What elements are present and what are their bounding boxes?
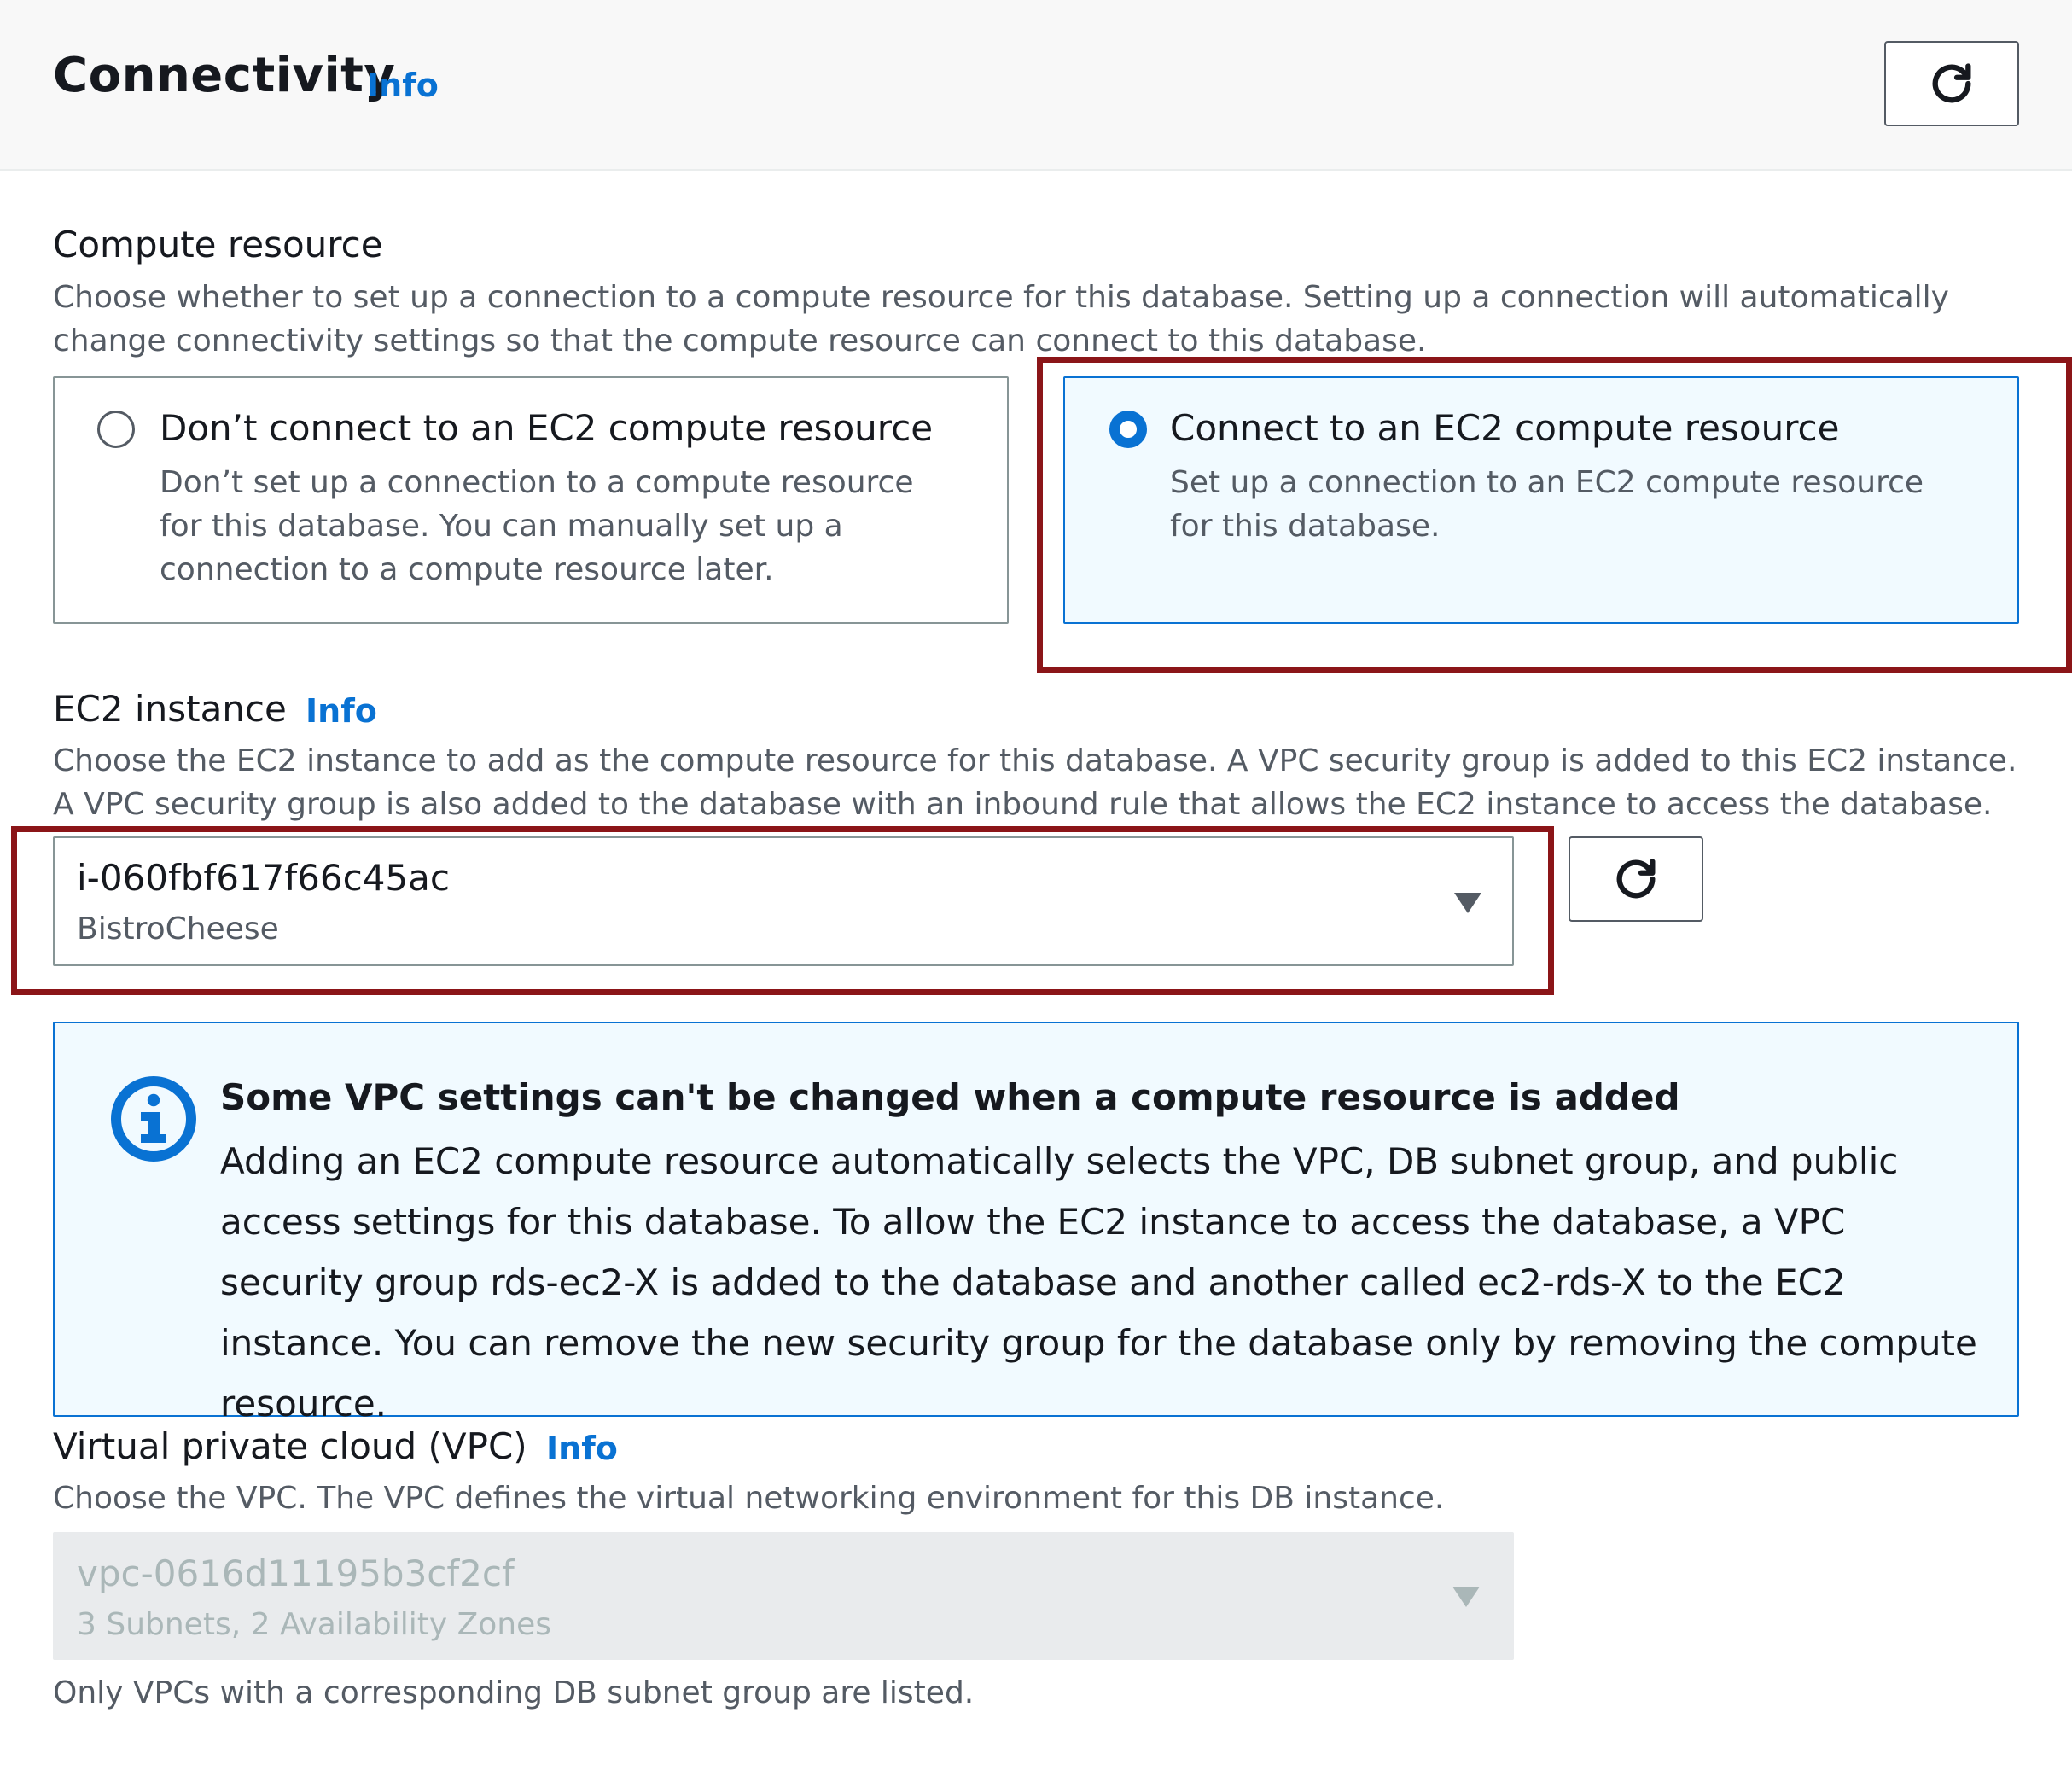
vpc-info-alert: Some VPC settings can't be changed when … bbox=[53, 1022, 2019, 1424]
dont-connect-title: Don’t connect to an EC2 compute resource bbox=[160, 407, 934, 449]
vpc-description: Choose the VPC. The VPC defines the virt… bbox=[53, 1481, 1445, 1516]
dont-connect-description: Don’t set up a connection to a compute r… bbox=[160, 465, 914, 587]
ec2-instance-description: Choose the EC2 instance to add as the co… bbox=[53, 743, 2017, 822]
vpc-value: vpc-0616d11195b3cf2cf bbox=[77, 1552, 515, 1594]
alert-title: Some VPC settings can't be changed when … bbox=[220, 1076, 1680, 1118]
section-header: Connectivity Info bbox=[0, 0, 2072, 171]
dont-connect-radio[interactable] bbox=[97, 411, 135, 448]
ec2-instance-info-link[interactable]: Info bbox=[306, 692, 377, 730]
caret-down-icon bbox=[1452, 1587, 1480, 1607]
alert-body: Adding an EC2 compute resource automatic… bbox=[220, 1140, 1977, 1424]
info-circle-icon bbox=[111, 1076, 196, 1162]
vpc-info-link[interactable]: Info bbox=[546, 1430, 618, 1467]
refresh-icon bbox=[1932, 63, 1971, 103]
vpc-constraint-text: Only VPCs with a corresponding DB subnet… bbox=[53, 1675, 975, 1710]
refresh-section-button[interactable] bbox=[1884, 41, 2019, 126]
compute-resource-label: Compute resource bbox=[53, 224, 383, 265]
ec2-instance-label: EC2 instance bbox=[53, 688, 287, 730]
vpc-label: Virtual private cloud (VPC) bbox=[53, 1425, 527, 1467]
refresh-icon bbox=[1616, 859, 1656, 899]
dont-connect-ec2-option[interactable]: Don’t connect to an EC2 compute resource… bbox=[53, 376, 1009, 624]
compute-resource-description: Choose whether to set up a connection to… bbox=[53, 280, 1949, 358]
connect-ec2-highlight bbox=[1037, 357, 2072, 673]
section-info-link[interactable]: Info bbox=[367, 67, 439, 104]
vpc-subtext: 3 Subnets, 2 Availability Zones bbox=[77, 1607, 552, 1642]
vpc-select: vpc-0616d11195b3cf2cf 3 Subnets, 2 Avail… bbox=[53, 1532, 1514, 1660]
section-title: Connectivity bbox=[53, 48, 396, 103]
refresh-ec2-instances-button[interactable] bbox=[1569, 836, 1703, 922]
ec2-instance-highlight bbox=[11, 826, 1554, 995]
